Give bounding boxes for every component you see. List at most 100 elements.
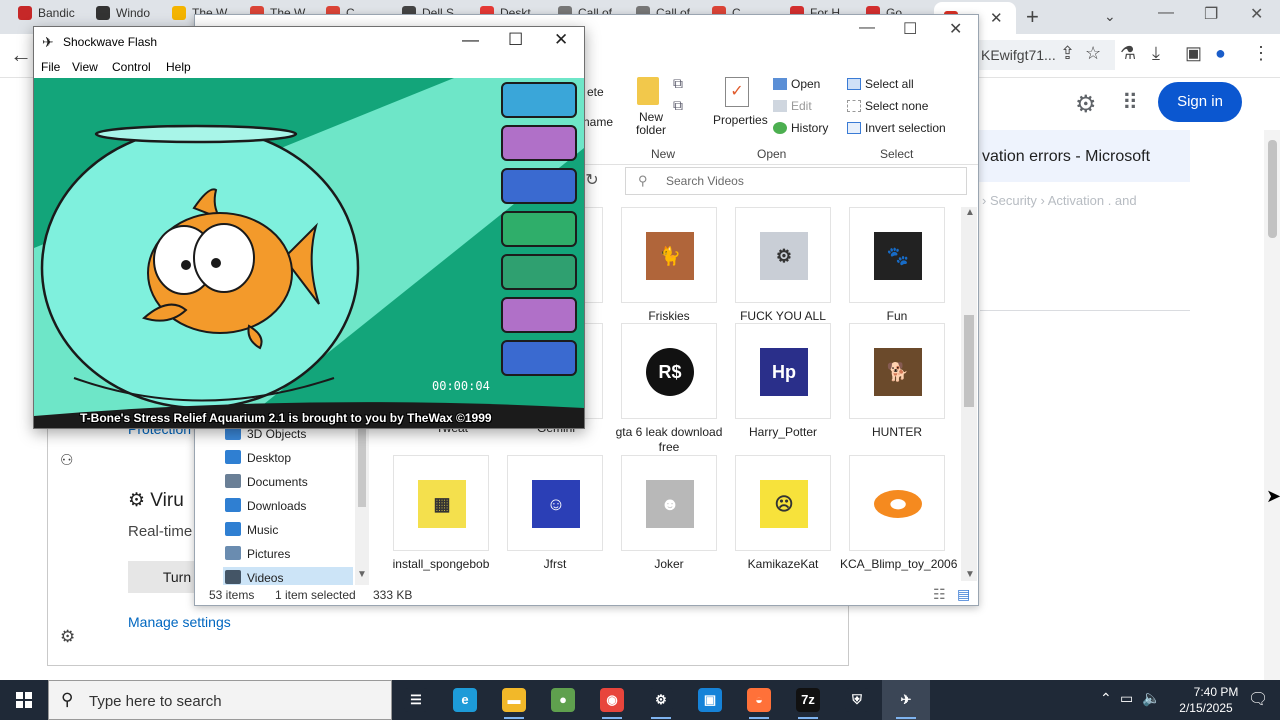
sign-in-button[interactable]: Sign in: [1158, 82, 1242, 122]
share-icon[interactable]: ⇪: [1060, 43, 1075, 64]
nav-item-documents[interactable]: Documents: [225, 471, 308, 493]
show-hidden-icons-chevron-icon[interactable]: ⌃: [1100, 690, 1112, 707]
taskbar-app-settings[interactable]: ⚙: [637, 680, 685, 720]
notifications-icon[interactable]: 🗨: [1248, 689, 1268, 709]
flash-close-icon[interactable]: ✕: [554, 30, 568, 50]
search-videos-input[interactable]: ⚲ Search Videos: [625, 167, 967, 195]
delete-button-partial[interactable]: ete: [587, 85, 604, 99]
new-item-icon[interactable]: ⧉: [673, 75, 683, 92]
invert-selection-button[interactable]: Invert selection: [865, 121, 946, 135]
download-icon[interactable]: ⤓: [1152, 43, 1160, 64]
toilet-tool[interactable]: [501, 297, 577, 333]
taskbar-app-flash-player[interactable]: ✈: [882, 680, 930, 720]
history-button[interactable]: History: [791, 121, 828, 135]
settings-file-icon: ⚙: [760, 232, 808, 280]
nav-scrollbar[interactable]: [355, 419, 369, 587]
new-folder-button[interactable]: New folder: [631, 111, 671, 137]
explorer-maximize-icon[interactable]: ☐: [903, 19, 917, 39]
nav-item-label: 3D Objects: [247, 427, 307, 441]
file-tile[interactable]: ☺: [507, 455, 603, 551]
browser-restore-icon[interactable]: ❐: [1204, 4, 1218, 24]
search-result-title[interactable]: vation errors - Microsoft: [982, 148, 1150, 166]
browser-close-icon[interactable]: ✕: [1250, 4, 1263, 24]
tab-search-chevron-icon[interactable]: ⌄: [1104, 8, 1116, 25]
shark-jaws-tool[interactable]: [501, 168, 577, 204]
taskbar-app-edge[interactable]: e: [441, 680, 489, 720]
file-tile[interactable]: 🐕: [849, 323, 945, 419]
flash-stage[interactable]: 00:00:04 T-Bone's Stress Relief Aquarium…: [34, 78, 584, 428]
taskbar-app-chrome[interactable]: ◉: [588, 680, 636, 720]
rename-button-partial[interactable]: name: [583, 115, 613, 129]
new-tab-button[interactable]: +: [1026, 4, 1039, 30]
nav-item-pictures[interactable]: Pictures: [225, 543, 290, 565]
scroll-up-icon[interactable]: ▲: [965, 207, 975, 218]
taskbar-app-file-explorer[interactable]: ▬: [490, 680, 538, 720]
explorer-minimize-icon[interactable]: —: [859, 19, 875, 37]
taskbar-app-sandbox[interactable]: ▣: [686, 680, 734, 720]
large-icons-view-icon[interactable]: ▤: [957, 586, 970, 603]
taskbar-app-7zip[interactable]: 7z: [784, 680, 832, 720]
more-menu-icon[interactable]: ⋮: [1252, 43, 1270, 64]
clock-time[interactable]: 7:40 PM: [1176, 685, 1256, 699]
flash-minimize-icon[interactable]: —: [462, 30, 479, 50]
nav-item-music[interactable]: Music: [225, 519, 278, 541]
taskbar-app-security[interactable]: ⛨: [833, 680, 881, 720]
side-panel-icon[interactable]: ▣: [1185, 43, 1202, 64]
clock-date[interactable]: 2/15/2025: [1166, 701, 1246, 715]
browser-minimize-icon[interactable]: —: [1158, 4, 1174, 22]
apps-grid-icon[interactable]: ⠿: [1122, 90, 1138, 116]
explorer-close-icon[interactable]: ✕: [949, 19, 962, 39]
network-icon[interactable]: ▭: [1120, 690, 1133, 707]
select-none-button[interactable]: Select none: [865, 99, 928, 113]
start-button[interactable]: [0, 680, 48, 720]
settings-gear-icon[interactable]: ⚙: [60, 627, 75, 647]
taskbar-search-input[interactable]: ⚲ Type here to search: [48, 680, 392, 720]
edit-button[interactable]: Edit: [791, 99, 812, 113]
scrollbar-thumb[interactable]: [1268, 140, 1277, 238]
profile-avatar-icon[interactable]: ●: [1215, 43, 1226, 64]
extension-flask-icon[interactable]: ⚗: [1120, 43, 1136, 64]
file-tile[interactable]: 🐾: [849, 207, 945, 303]
frying-pan-tool[interactable]: [501, 125, 577, 161]
taskbar-app-firefox[interactable]: ◒: [735, 680, 783, 720]
open-button[interactable]: Open: [791, 77, 820, 91]
menu-control[interactable]: Control: [112, 60, 151, 74]
file-tile[interactable]: 🐈: [621, 207, 717, 303]
nav-item-desktop[interactable]: Desktop: [225, 447, 291, 469]
select-all-button[interactable]: Select all: [865, 77, 914, 91]
manage-settings-link[interactable]: Manage settings: [128, 614, 231, 630]
file-tile[interactable]: Hp: [735, 323, 831, 419]
close-tab-icon[interactable]: ✕: [990, 9, 1003, 27]
file-tile[interactable]: ▦: [393, 455, 489, 551]
back-arrow-icon[interactable]: ←: [10, 42, 32, 68]
account-protection-icon[interactable]: ⚇: [60, 451, 73, 469]
menu-file[interactable]: File: [41, 60, 60, 74]
browser-scrollbar[interactable]: [1264, 130, 1280, 680]
file-tile[interactable]: ☻: [621, 455, 717, 551]
menu-view[interactable]: View: [72, 60, 98, 74]
settings-gear-icon[interactable]: ⚙: [1075, 90, 1097, 119]
scroll-down-icon[interactable]: ▼: [357, 569, 367, 580]
scrollbar-thumb[interactable]: [358, 427, 366, 507]
nav-item-downloads[interactable]: Downloads: [225, 495, 306, 517]
file-tile[interactable]: ☹: [735, 455, 831, 551]
file-tile[interactable]: R$: [621, 323, 717, 419]
properties-button[interactable]: Properties: [713, 113, 768, 127]
volume-icon[interactable]: 🔈: [1142, 689, 1161, 707]
file-tile[interactable]: ⬬: [849, 455, 945, 551]
easy-access-icon[interactable]: ⧉: [673, 97, 683, 114]
bookmark-star-icon[interactable]: ☆: [1085, 43, 1101, 64]
file-scrollbar[interactable]: [961, 207, 977, 581]
food-can-tool[interactable]: [501, 211, 577, 247]
menu-help[interactable]: Help: [166, 60, 191, 74]
file-tile[interactable]: ⚙: [735, 207, 831, 303]
scroll-down-icon[interactable]: ▼: [965, 569, 975, 580]
bomb-tool[interactable]: [501, 340, 577, 376]
scrollbar-thumb[interactable]: [964, 315, 974, 407]
flash-maximize-icon[interactable]: ☐: [508, 30, 523, 50]
taskbar-app-task-view[interactable]: ☰: [392, 680, 440, 720]
electric-plug-tool[interactable]: [501, 82, 577, 118]
details-view-icon[interactable]: ☷: [933, 586, 946, 603]
cat-tool[interactable]: [501, 254, 577, 290]
taskbar-app-globe-app[interactable]: ●: [539, 680, 587, 720]
